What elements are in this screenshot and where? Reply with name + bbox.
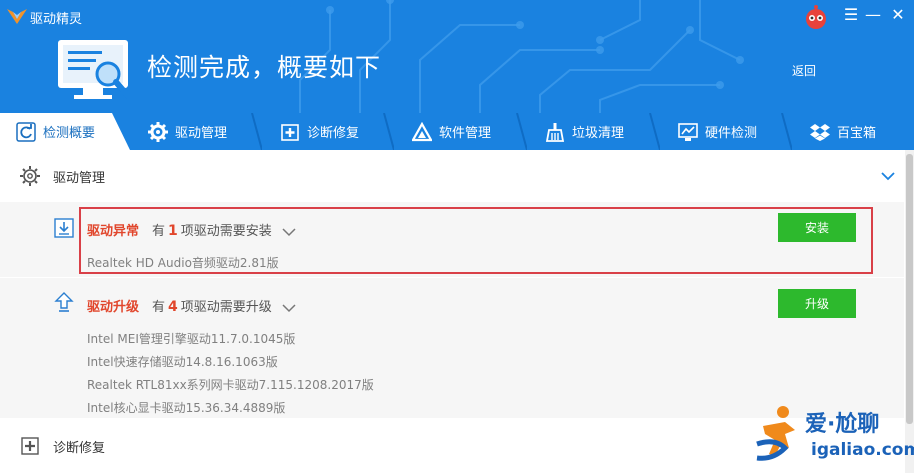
tab-junk-cleanup[interactable]: 垃圾清理 bbox=[545, 113, 624, 150]
medical-cross-icon bbox=[281, 123, 299, 141]
scrollbar-thumb[interactable] bbox=[906, 154, 913, 424]
tab-separator bbox=[781, 113, 792, 150]
tab-separator bbox=[251, 113, 262, 150]
site-watermark: 爱·尬聊 igaliao.com bbox=[755, 402, 914, 470]
app-logo-icon bbox=[7, 9, 27, 24]
watermark-url: igaliao.com bbox=[811, 440, 914, 460]
tab-software-management[interactable]: 软件管理 bbox=[412, 113, 491, 150]
driver-list-item: Intel快速存储驱动14.8.16.1063版 bbox=[87, 355, 278, 369]
gear-icon bbox=[148, 121, 168, 142]
back-link[interactable]: 返回 bbox=[792, 62, 816, 79]
tab-label: 百宝箱 bbox=[837, 126, 877, 141]
driver-list-item: Intel核心显卡驱动15.36.34.4889版 bbox=[87, 401, 286, 415]
tab-toolbox[interactable]: 百宝箱 bbox=[810, 113, 876, 150]
monitor-scan-icon bbox=[58, 40, 131, 99]
tab-label: 驱动管理 bbox=[175, 126, 228, 141]
running-figure-logo-icon bbox=[756, 406, 795, 461]
install-download-icon bbox=[54, 218, 74, 238]
mascot-icon[interactable] bbox=[803, 4, 829, 30]
minimize-icon[interactable]: — bbox=[864, 6, 882, 24]
upgrade-count: 4 bbox=[168, 299, 178, 315]
section-title: 诊断修复 bbox=[53, 440, 106, 456]
upgrade-arrow-icon bbox=[54, 292, 74, 312]
chevron-down-icon[interactable] bbox=[282, 303, 296, 313]
app-header: 驱动精灵 ☰ — ✕ 检测完成，概要如下 返回 bbox=[0, 0, 914, 113]
tab-label: 软件管理 bbox=[439, 126, 492, 141]
tab-detection-summary[interactable]: 检测概要 bbox=[0, 113, 130, 150]
summary-suffix: 项驱动需要升级 bbox=[180, 300, 272, 315]
menu-icon[interactable]: ☰ bbox=[842, 6, 860, 24]
section-title: 驱动管理 bbox=[53, 170, 106, 186]
medical-cross-icon bbox=[21, 437, 39, 455]
tab-separator bbox=[649, 113, 660, 150]
dropbox-icon bbox=[810, 123, 830, 141]
main-tab-bar: 检测概要 驱动管理 诊断修复 软件管理 垃圾清理 硬件检测 百宝箱 bbox=[0, 113, 914, 150]
tab-separator bbox=[383, 113, 394, 150]
page-headline: 检测完成，概要如下 bbox=[147, 53, 382, 82]
app-title: 驱动精灵 bbox=[30, 12, 83, 27]
driver-upgrade-panel: 驱动升级 有 4 项驱动需要升级 升级 Intel MEI管理引擎驱动11.7.0.… bbox=[0, 278, 904, 418]
highlight-annotation-box bbox=[79, 207, 873, 274]
gear-icon bbox=[20, 166, 40, 186]
upgrade-button[interactable]: 升级 bbox=[778, 289, 856, 318]
driver-list-item: Intel MEI管理引擎驱动11.7.0.1045版 bbox=[87, 332, 296, 346]
refresh-icon bbox=[16, 121, 36, 142]
close-icon[interactable]: ✕ bbox=[889, 6, 907, 24]
chevron-down-icon[interactable] bbox=[880, 168, 896, 184]
tab-driver-management[interactable]: 驱动管理 bbox=[148, 113, 227, 150]
tab-label: 硬件检测 bbox=[705, 126, 758, 141]
driver-upgrade-title: 驱动升级 bbox=[87, 300, 140, 315]
section-driver-management[interactable]: 驱动管理 bbox=[0, 150, 904, 202]
monitor-chart-icon bbox=[678, 122, 698, 141]
triangle-logo-icon bbox=[412, 121, 432, 141]
tab-diagnose-repair[interactable]: 诊断修复 bbox=[280, 113, 359, 150]
summary-prefix: 有 bbox=[152, 300, 166, 315]
tab-separator bbox=[516, 113, 527, 150]
circuit-background bbox=[299, 0, 744, 113]
broom-icon bbox=[545, 122, 565, 142]
tab-label: 检测概要 bbox=[43, 126, 96, 141]
tab-label: 诊断修复 bbox=[307, 126, 360, 141]
driver-list-item: Realtek RTL81xx系列网卡驱动7.115.1208.2017版 bbox=[87, 378, 374, 392]
watermark-name: 爱·尬聊 bbox=[805, 412, 880, 437]
tab-label: 垃圾清理 bbox=[572, 126, 625, 141]
driver-upgrade-summary[interactable]: 有 4 项驱动需要升级 bbox=[152, 296, 296, 315]
tab-hardware-detection[interactable]: 硬件检测 bbox=[678, 113, 757, 150]
